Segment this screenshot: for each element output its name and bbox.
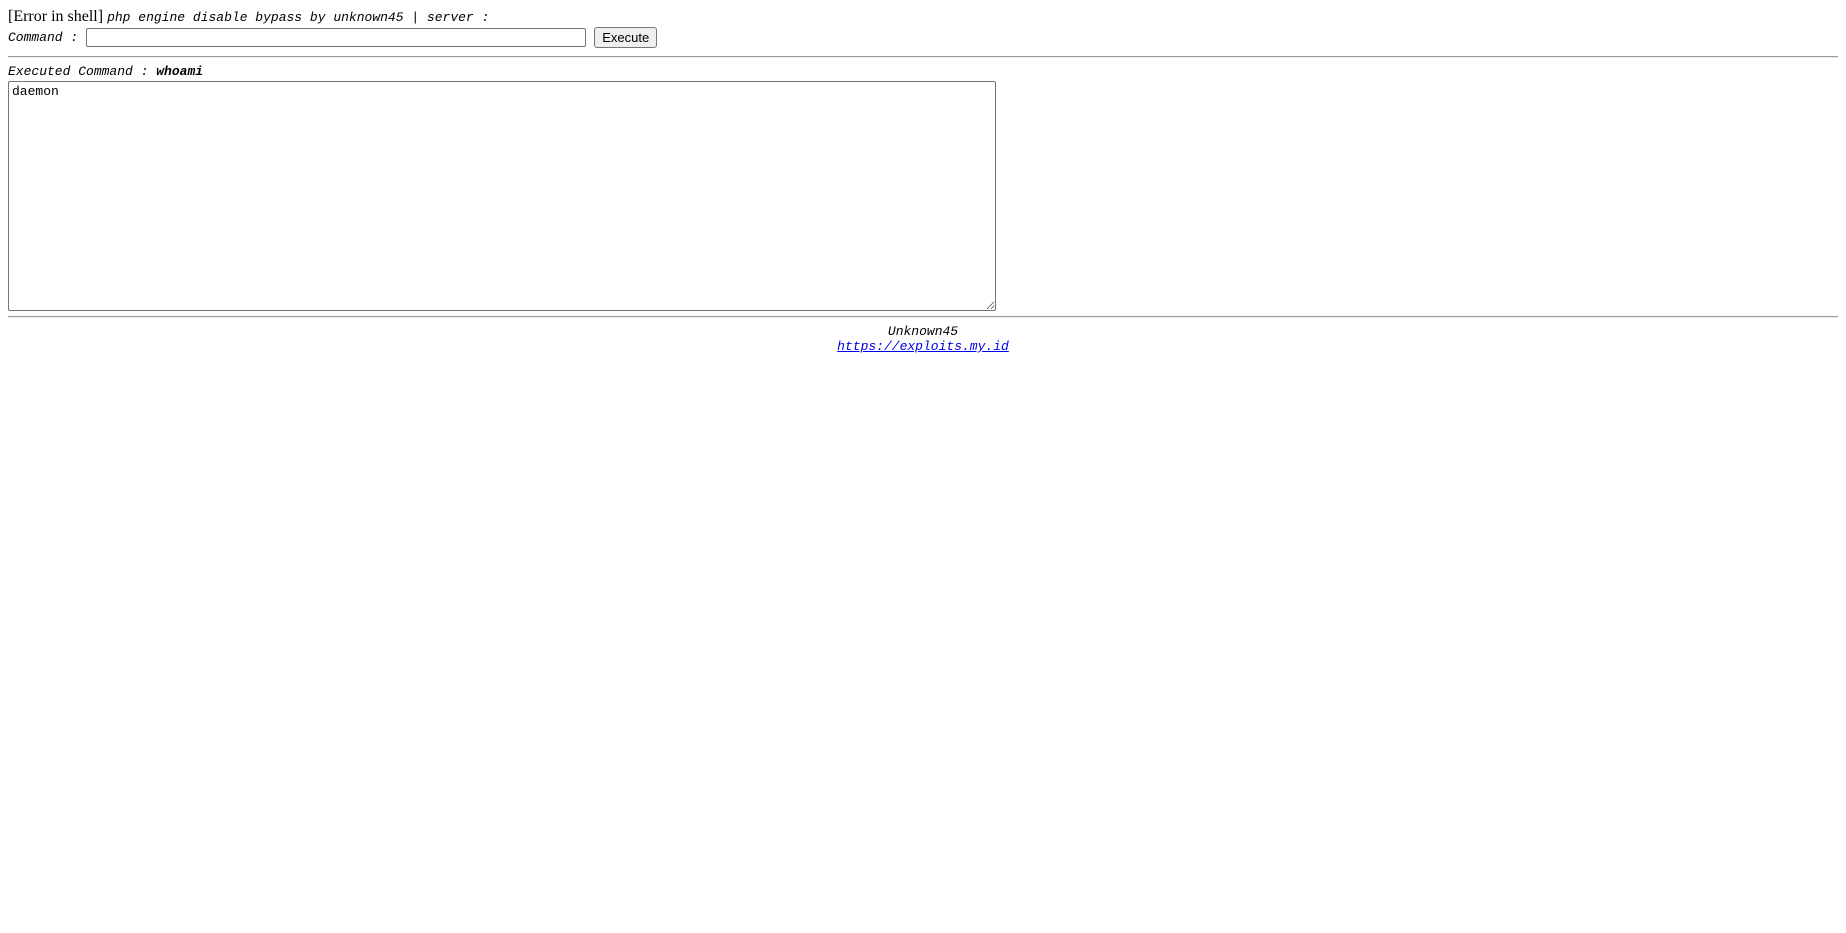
page-subtitle: php engine disable bypass by unknown45 |…: [107, 10, 490, 25]
executed-command-label: Executed Command :: [8, 64, 149, 79]
error-text: [Error in shell]: [8, 8, 104, 25]
command-input[interactable]: [86, 28, 587, 47]
command-form: Command : Execute: [8, 25, 1838, 50]
shell-page: [Error in shell] php engine disable bypa…: [8, 7, 1838, 355]
divider-top: [8, 56, 1838, 58]
divider-bottom: [8, 316, 1838, 318]
footer-author: Unknown45: [887, 324, 959, 339]
execute-button[interactable]: Execute: [594, 27, 658, 48]
header-line: [Error in shell] php engine disable bypa…: [8, 7, 1838, 26]
executed-command-line: Executed Command : whoami: [8, 64, 1838, 80]
executed-command-value: whoami: [156, 64, 204, 79]
command-label: Command :: [8, 30, 79, 45]
output-textarea[interactable]: daemon: [8, 81, 996, 311]
footer: Unknown45 https://exploits.my.id: [8, 324, 1838, 355]
footer-link[interactable]: https://exploits.my.id: [837, 339, 1009, 355]
